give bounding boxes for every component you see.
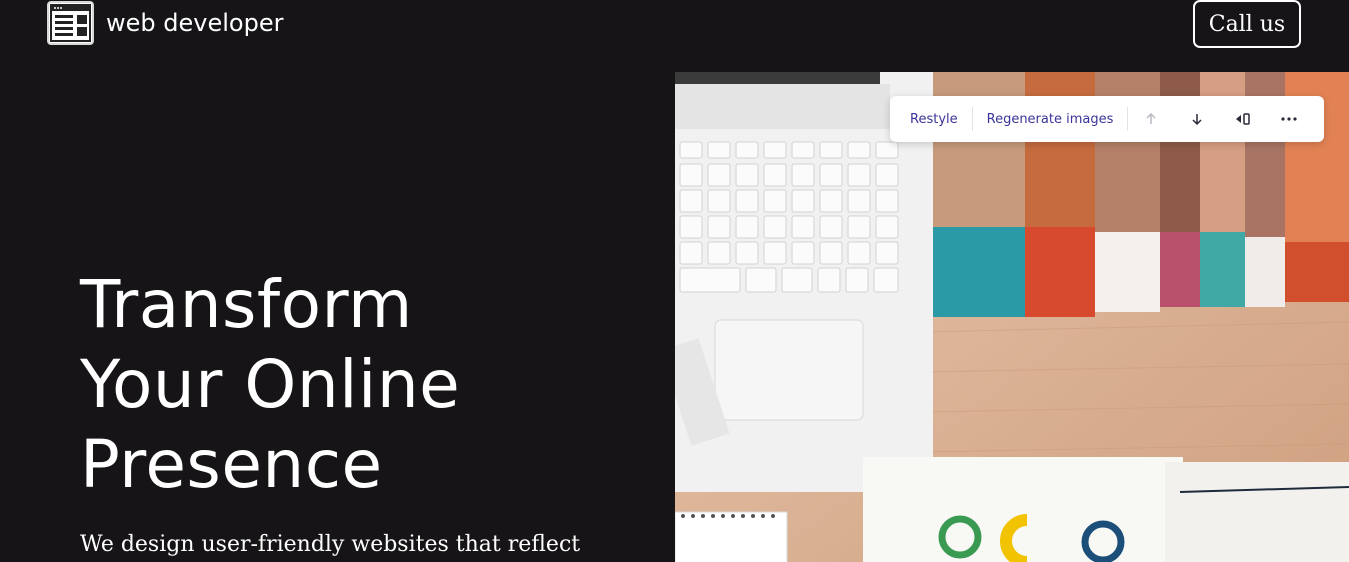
arrow-up-icon[interactable] — [1128, 96, 1174, 142]
brand-name: web developer — [106, 9, 284, 37]
headline-line: Presence — [80, 426, 383, 503]
editor-toolbar: Restyle Regenerate images — [890, 96, 1324, 142]
hero-headline: Transform Your Online Presence — [80, 265, 640, 505]
headline-line: Transform — [80, 266, 413, 343]
more-icon[interactable] — [1266, 96, 1312, 142]
website-layout-icon — [47, 1, 94, 45]
call-us-button[interactable]: Call us — [1193, 0, 1301, 48]
regenerate-images-button[interactable]: Regenerate images — [973, 96, 1128, 142]
hero-subtext: We design user-friendly websites that re… — [80, 532, 581, 557]
restyle-button[interactable]: Restyle — [896, 96, 972, 142]
hero-image — [675, 72, 1349, 562]
volume-icon[interactable] — [1220, 96, 1266, 142]
arrow-down-icon[interactable] — [1174, 96, 1220, 142]
brand-logo[interactable]: web developer — [47, 1, 283, 45]
headline-line: Your Online — [80, 346, 461, 423]
